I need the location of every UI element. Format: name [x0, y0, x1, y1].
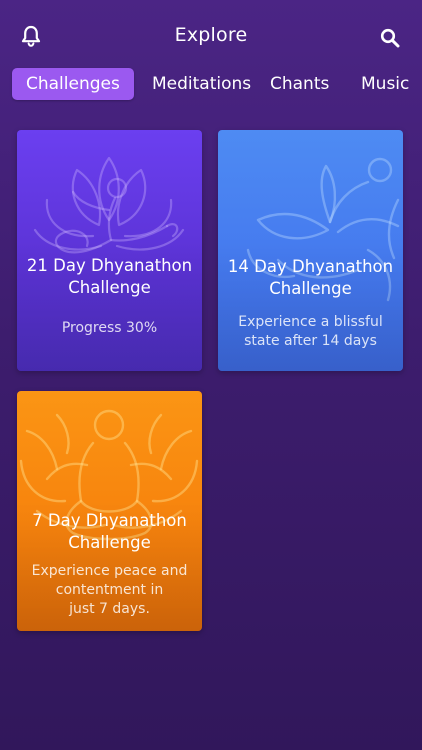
card-title-line1: 21 Day Dhyanathon	[26, 256, 193, 275]
card-subtitle-line1: Experience peace and	[31, 563, 188, 579]
card-title-line2: Challenge	[68, 533, 151, 552]
card-subtitle-line2: state after 14 days	[244, 333, 377, 349]
tab-challenges[interactable]: Challenges	[12, 68, 134, 100]
card-subtitle-line2: contentment in	[55, 582, 164, 598]
card-subtitle-line3: just 7 days.	[69, 601, 150, 617]
search-icon[interactable]	[380, 28, 400, 48]
tab-chants[interactable]: Chants	[270, 68, 329, 100]
category-tabs: Challenges Meditations Chants Music	[0, 68, 422, 104]
tab-meditations[interactable]: Meditations	[152, 68, 251, 100]
challenge-card-7-day[interactable]: 7 Day Dhyanathon Challenge Experience pe…	[17, 391, 202, 631]
top-bar: Explore	[0, 0, 422, 70]
card-progress-text: Progress 30%	[61, 320, 158, 336]
card-subtitle-line1: Experience a blissful	[238, 314, 383, 330]
page-title: Explore	[174, 24, 248, 46]
card-title-line1: 14 Day Dhyanathon	[227, 257, 394, 276]
tab-music[interactable]: Music	[361, 68, 409, 100]
card-title-line2: Challenge	[68, 278, 151, 297]
challenge-card-21-day[interactable]: 21 Day Dhyanathon Challenge Progress 30%	[17, 130, 202, 371]
card-title-line2: Challenge	[269, 279, 352, 298]
challenge-card-14-day[interactable]: 14 Day Dhyanathon Challenge Experience a…	[218, 130, 403, 371]
card-title-line1: 7 Day Dhyanathon	[32, 511, 187, 530]
